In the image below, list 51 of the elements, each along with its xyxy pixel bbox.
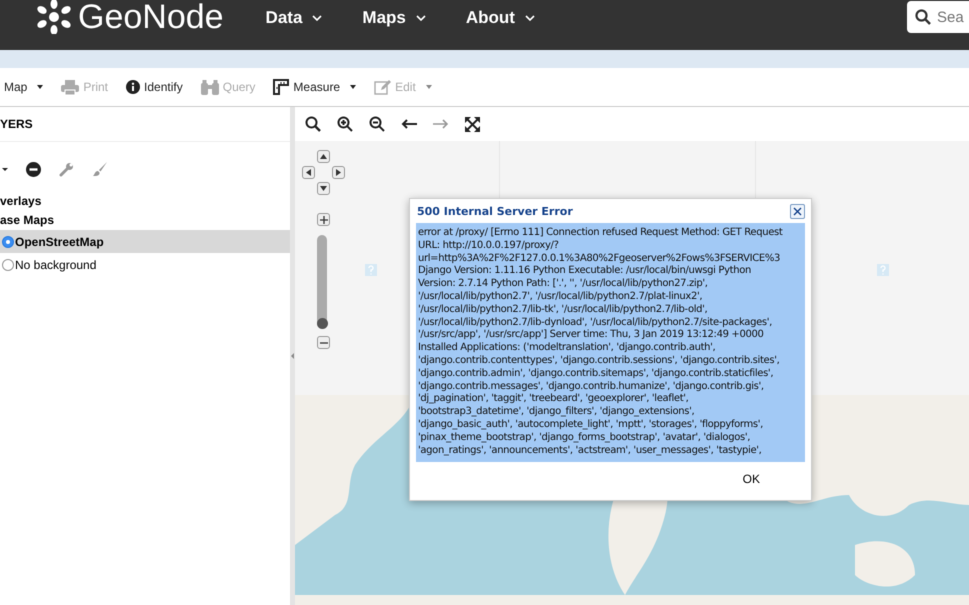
wrench-icon[interactable] [59,162,74,176]
brand-name: GeoNode [78,0,224,36]
info-icon [126,80,140,94]
arrow-right-icon[interactable] [433,119,449,129]
zoom-in-icon[interactable] [337,116,353,132]
nav-menu[interactable]: Data [246,8,342,28]
brush-icon[interactable] [92,162,108,176]
zoom-slider[interactable] [317,235,327,329]
layer-group[interactable]: ase Maps [0,213,54,227]
caret-icon[interactable] [2,168,8,170]
zoom-out-button[interactable] [317,336,330,349]
radio-button[interactable] [2,236,14,248]
triangle-right-icon [336,169,341,176]
triangle-up-icon [320,154,327,159]
ruler-icon [273,79,290,95]
plus-icon [320,216,328,224]
printer-icon [61,80,80,94]
pan-down-button[interactable] [317,182,330,195]
zoom-in-button[interactable] [317,213,330,226]
caret-icon [312,15,322,21]
layer-item[interactable]: OpenStreetMap [0,230,290,253]
edit-icon [374,80,392,94]
zoom-out-icon[interactable] [369,116,385,132]
layer-group[interactable]: verlays [0,194,42,208]
remove-icon[interactable] [26,162,41,176]
search-field[interactable]: Sea [907,1,969,33]
ok-button[interactable]: OK [736,470,766,488]
dialog-title: 500 Internal Server Error [417,205,573,218]
error-message: error at /proxy/ [Errno 111] Connection refused Request Method: GET Request URL: http://10.0.0.197/proxy/? url=http%3A%2F%2F127.0.0.1%3A80%2Fgeoserver%2Fows%3FSERVICE%3 Django Version: 1.11.16 Python Executable: /usr/local/bin/uwsgi Python Version: 2.7.14 Python Path: ['.', '', '/usr/local/lib/python27.zip', '/usr/local/lib/python2.7', '/usr/local/lib/python2.7/plat-linux2', '/usr/local/lib/python2.7/lib-tk', '/usr/local/lib/python2.7/lib-old', '/usr/local/lib/python2.7/lib-dynload', '/usr/local/lib/python2.7/site-packages', '/usr/src/app', '/usr/src/app'] Server time: Thu, 3 Jan 2019 13:12:49 +0000 Installed Applications: ('modeltranslation', 'django.contrib.auth', 'django.contrib.contenttypes', 'django.contrib.sessions', 'django.contrib.sites', 'django.contrib.admin', 'django.contrib.sitemaps', 'django.contrib.staticfiles', 'django.contrib.messages', 'django.contrib.humanize', 'django.contrib.gis', 'dj_pagination', 'taggit', 'treebeard', 'geoexplorer', 'leaflet', 'bootstrap3_datetime', 'django_filters', 'django_extensions', 'django_basic_auth', 'autocomplete_light', 'mptt', 'storages', 'floppyforms', 'pinax_theme_bootstrap', 'django_forms_bootstrap', 'avatar', 'dialogos', 'agon_ratings', 'announcements', 'actstream', 'user_messages', 'tastypie', [416,223,805,462]
binoculars-icon [200,80,219,94]
search-icon[interactable] [305,116,321,132]
caret-icon [416,15,426,21]
nav-menu[interactable]: Maps [342,8,446,28]
close-icon [793,207,802,216]
fullscreen-icon[interactable] [465,116,480,132]
pan-left-button[interactable] [302,166,315,179]
radio-button[interactable] [2,258,14,270]
toolbar-button[interactable]: Identify [122,78,187,96]
minus-icon [320,342,328,344]
close-button[interactable] [790,204,805,219]
arrow-left-icon[interactable] [401,119,417,129]
layer-item[interactable]: No background [0,253,290,276]
triangle-down-icon [320,186,327,191]
toolbar-button[interactable]: Measure [269,77,360,97]
caret-icon [524,15,535,21]
triangle-left-icon [306,169,311,176]
pan-up-button[interactable] [317,150,330,163]
slider-thumb[interactable] [316,318,328,329]
pan-right-button[interactable] [332,166,345,179]
toolbar-button[interactable]: Map [0,78,48,96]
nav-menu[interactable]: About [446,8,555,28]
